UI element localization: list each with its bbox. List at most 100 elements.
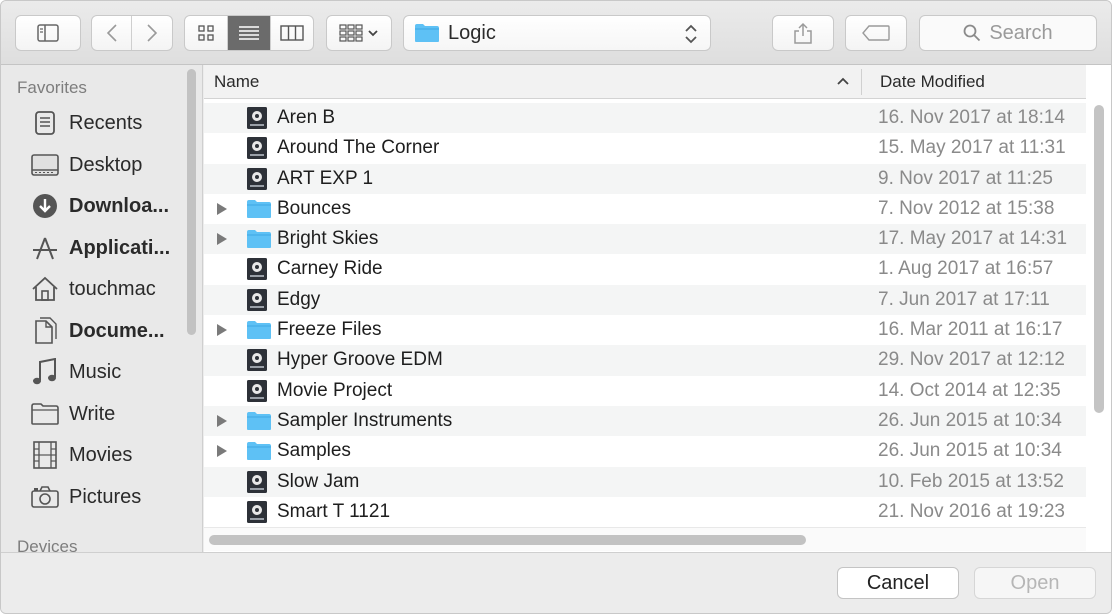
sort-ascending-icon[interactable]	[836, 71, 850, 91]
sidebar-item-movies[interactable]: Movies	[29, 440, 179, 470]
disclosure-triangle-icon[interactable]	[216, 232, 228, 249]
file-date-modified: 10. Feb 2015 at 13:52	[878, 470, 1064, 492]
camera-icon	[29, 482, 61, 512]
sidebar-item-label: Movies	[69, 443, 133, 466]
file-date-modified: 16. Mar 2011 at 16:17	[878, 319, 1063, 341]
back-button[interactable]	[92, 16, 133, 50]
table-row[interactable]: Bright Skies 17. May 2017 at 14:31	[204, 224, 1086, 255]
table-row[interactable]: Aren B 16. Nov 2017 at 18:14	[204, 103, 1086, 134]
horizontal-scroll-track	[204, 527, 1086, 551]
table-row[interactable]: Samples 26. Jun 2015 at 10:34	[204, 436, 1086, 466]
file-name: Aren B	[277, 107, 336, 128]
list-view-button[interactable]	[228, 16, 271, 50]
icon-view-button[interactable]	[185, 16, 229, 50]
sidebar-toggle-button[interactable]	[15, 15, 81, 51]
file-rows: Aren B 16. Nov 2017 at 18:14 Around The Co…	[204, 103, 1086, 527]
open-file-dialog: Logic Search Favorites Recents Desktop D…	[0, 0, 1112, 614]
documents-icon	[29, 316, 61, 346]
table-row[interactable]: Around The Corner 15. May 2017 at 11:31	[204, 133, 1086, 163]
disclosure-triangle-icon[interactable]	[216, 202, 228, 219]
file-date-modified: 21. Nov 2016 at 19:23	[878, 500, 1065, 522]
table-row[interactable]: Sampler Instruments 26. Jun 2015 at 10:34	[204, 405, 1086, 437]
sidebar-item-recents[interactable]: Recents	[29, 108, 179, 138]
table-row[interactable]: Edgy 7. Jun 2017 at 17:11	[204, 284, 1086, 316]
file-name: Sampler Instruments	[277, 409, 453, 431]
table-row[interactable]: Movie Project 14. Oct 2014 at 12:35	[204, 376, 1086, 406]
disclosure-triangle-icon[interactable]	[216, 444, 228, 461]
file-date-modified: 14. Oct 2014 at 12:35	[878, 379, 1061, 401]
table-row[interactable]: Freeze Files 16. Mar 2011 at 16:17	[204, 315, 1086, 345]
sidebar-item-home[interactable]: touchmac	[29, 274, 179, 304]
folder-icon	[246, 229, 272, 253]
logic-project-icon	[246, 257, 270, 281]
share-button[interactable]	[772, 15, 834, 51]
cancel-button[interactable]: Cancel	[837, 567, 959, 599]
logic-project-icon	[246, 500, 270, 524]
desktop-icon	[29, 150, 61, 180]
tag-icon	[862, 25, 890, 41]
devices-heading: Devices	[17, 537, 78, 552]
columns-icon	[280, 25, 304, 41]
navigation-buttons	[91, 15, 173, 51]
file-date-modified: 1. Aug 2017 at 16:57	[878, 258, 1054, 280]
file-date-modified: 7. Jun 2017 at 17:11	[878, 288, 1050, 310]
table-row[interactable]: Carney Ride 1. Aug 2017 at 16:57	[204, 254, 1086, 284]
file-name: Edgy	[277, 288, 321, 310]
sidebar-item-label: Music	[69, 360, 122, 383]
file-name: Samples	[277, 440, 351, 462]
file-date-modified: 17. May 2017 at 14:31	[878, 228, 1068, 250]
file-date-modified: 26. Jun 2015 at 10:34	[878, 440, 1062, 462]
logic-project-icon	[246, 288, 270, 312]
sidebar-item-write[interactable]: Write	[29, 399, 179, 429]
column-view-button[interactable]	[271, 16, 313, 50]
sidebar-icon	[37, 24, 59, 42]
search-field[interactable]: Search	[919, 15, 1097, 51]
file-name: Freeze Files	[277, 319, 382, 341]
list-header: Name Date Modified	[204, 65, 1086, 99]
sidebar-item-music[interactable]: Music	[29, 357, 179, 387]
sidebar-item-label: touchmac	[69, 277, 156, 300]
file-name: Carney Ride	[277, 258, 383, 280]
disclosure-triangle-icon[interactable]	[216, 414, 228, 431]
file-date-modified: 26. Jun 2015 at 10:34	[878, 409, 1062, 431]
disclosure-triangle-icon[interactable]	[216, 323, 228, 340]
music-icon	[29, 357, 61, 387]
chevron-right-icon	[147, 24, 158, 42]
column-header-date-modified[interactable]: Date Modified	[880, 72, 985, 92]
file-date-modified: 7. Nov 2012 at 15:38	[878, 197, 1055, 219]
share-icon	[794, 22, 812, 44]
vertical-scrollbar[interactable]	[1094, 105, 1104, 413]
home-icon	[29, 274, 61, 304]
table-row[interactable]: Hyper Groove EDM 29. Nov 2017 at 12:12	[204, 345, 1086, 376]
sidebar-item-applications[interactable]: Applicati...	[29, 233, 179, 263]
table-row[interactable]: ART EXP 1 9. Nov 2017 at 11:25	[204, 163, 1086, 194]
table-row[interactable]: Slow Jam 10. Feb 2015 at 13:52	[204, 466, 1086, 497]
sidebar-item-label: Desktop	[69, 153, 143, 176]
horizontal-scrollbar[interactable]	[209, 535, 806, 545]
logic-project-icon	[246, 136, 270, 160]
file-name: Slow Jam	[277, 470, 360, 492]
list-icon	[239, 26, 259, 40]
search-placeholder: Search	[989, 21, 1053, 44]
column-divider[interactable]	[861, 69, 862, 95]
sidebar-item-pictures[interactable]: Pictures	[29, 482, 179, 512]
logic-project-icon	[246, 379, 270, 403]
sidebar-item-documents[interactable]: Docume...	[29, 316, 179, 346]
table-row[interactable]: Bounces 7. Nov 2012 at 15:38	[204, 194, 1086, 224]
sidebar-item-desktop[interactable]: Desktop	[29, 150, 179, 180]
sidebar-item-downloads[interactable]: Downloa...	[29, 191, 179, 221]
forward-button[interactable]	[132, 16, 172, 50]
recents-icon	[29, 108, 61, 138]
sidebar-scrollbar[interactable]	[187, 69, 196, 335]
downloads-icon	[29, 191, 61, 221]
sidebar-item-label: Recents	[69, 111, 143, 134]
file-name: Bounces	[277, 197, 351, 219]
column-header-name[interactable]: Name	[214, 72, 259, 92]
view-mode-control	[184, 15, 314, 51]
open-button[interactable]: Open	[974, 567, 1096, 599]
table-row[interactable]: Smart T 1121 21. Nov 2016 at 19:23	[204, 497, 1086, 527]
location-popup[interactable]: Logic	[403, 15, 711, 51]
logic-project-icon	[246, 167, 270, 191]
tag-button[interactable]	[845, 15, 907, 51]
arrange-button[interactable]	[326, 15, 392, 51]
